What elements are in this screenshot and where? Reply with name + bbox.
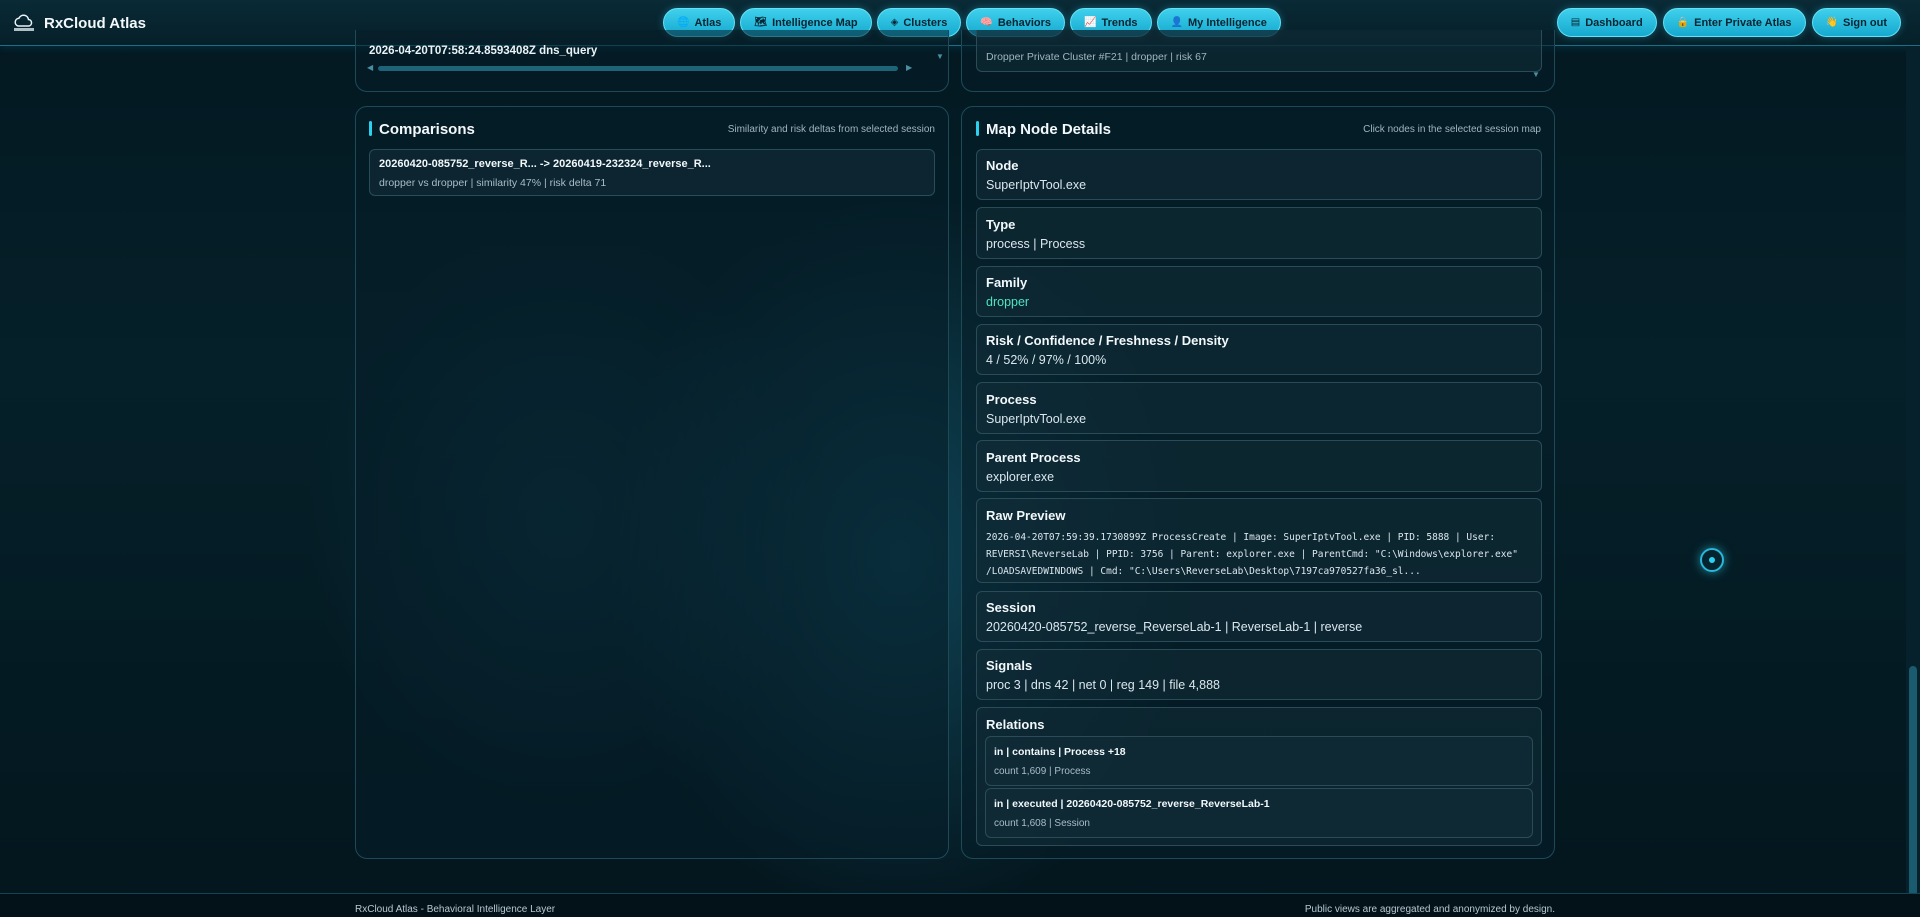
comparison-item-title: 20260420-085752_reverse_R... -> 20260419… xyxy=(379,158,711,170)
node-label: Node xyxy=(986,158,1019,173)
sign-out-button[interactable]: 👋 Sign out xyxy=(1811,8,1901,37)
user-icon: 👤 xyxy=(1170,17,1184,28)
scroll-down-icon[interactable]: ▼ xyxy=(936,52,944,61)
raw-preview-line: 2026-04-20T07:59:39.1730899Z ProcessCrea… xyxy=(986,532,1496,543)
dashboard-button[interactable]: ▤ Dashboard xyxy=(1556,8,1657,37)
comparison-item[interactable]: 20260420-085752_reverse_R... -> 20260419… xyxy=(369,149,935,196)
target-dot-icon xyxy=(1709,557,1715,563)
dashboard-icon: ▤ xyxy=(1570,17,1581,28)
raw-preview-line: /LOADSAVEDWINDOWS | Cmd: "C:\Users\Rever… xyxy=(986,566,1421,577)
relation-item[interactable]: in | contains | Process +18 count 1,609 … xyxy=(985,736,1533,786)
page-scrollbar[interactable] xyxy=(1906,46,1920,896)
event-row[interactable]: 2026-04-20T07:58:24.8593408Z dns_query ▶… xyxy=(366,42,944,78)
type-value: process | Process xyxy=(986,237,1086,251)
risk-label: Risk / Confidence / Freshness / Density xyxy=(986,333,1229,348)
nav-behaviors-label: Behaviors xyxy=(997,16,1052,29)
relations-label: Relations xyxy=(986,717,1045,732)
family-card: Family dropper xyxy=(976,266,1542,317)
relation-item-detail: count 1,609 | Process xyxy=(994,766,1091,777)
comparison-item-detail: dropper vs dropper | similarity 47% | ri… xyxy=(379,177,607,189)
footer-left-text: RxCloud Atlas - Behavioral Intelligence … xyxy=(355,904,556,915)
session-label: Session xyxy=(986,600,1036,615)
relation-item-title: in | contains | Process +18 xyxy=(994,746,1126,758)
scroll-down-icon[interactable]: ▼ xyxy=(1532,70,1540,79)
lock-icon: 🔒 xyxy=(1676,17,1690,28)
raw-preview-card: Raw Preview 2026-04-20T07:59:39.1730899Z… xyxy=(976,498,1542,583)
details-title: Map Node Details xyxy=(976,121,1111,138)
event-log-panel: 2026-04-20T07:58:24.8593408Z dns_query ▶… xyxy=(355,30,949,92)
relation-item-detail: count 1,608 | Session xyxy=(994,818,1090,829)
wave-icon: 👋 xyxy=(1825,17,1838,28)
nav-atlas-label: Atlas xyxy=(694,16,722,29)
type-label: Type xyxy=(986,217,1016,232)
scroll-right-icon[interactable]: ▶ xyxy=(906,63,912,72)
cloud-logo-icon xyxy=(12,11,36,35)
signals-card: Signals proc 3 | dns 42 | net 0 | reg 14… xyxy=(976,649,1542,700)
raw-preview-label: Raw Preview xyxy=(986,508,1066,523)
page-scrollbar-thumb[interactable] xyxy=(1909,666,1917,896)
type-card: Type process | Process xyxy=(976,207,1542,259)
enter-private-atlas-button[interactable]: 🔒 Enter Private Atlas xyxy=(1662,8,1806,37)
map-node-details-panel: Map Node Details Click nodes in the sele… xyxy=(961,106,1555,859)
session-card: Session 20260420-085752_reverse_ReverseL… xyxy=(976,591,1542,642)
parent-process-label: Parent Process xyxy=(986,450,1081,465)
risk-card: Risk / Confidence / Freshness / Density … xyxy=(976,324,1542,375)
signals-value: proc 3 | dns 42 | net 0 | reg 149 | file… xyxy=(986,678,1220,692)
footer: RxCloud Atlas - Behavioral Intelligence … xyxy=(0,893,1920,917)
clusters-icon: ◈ xyxy=(890,17,899,28)
relations-card: Relations in | contains | Process +18 co… xyxy=(976,707,1542,846)
sign-out-label: Sign out xyxy=(1843,16,1887,29)
brand[interactable]: RxCloud Atlas xyxy=(12,11,146,35)
account-nav: ▤ Dashboard 🔒 Enter Private Atlas 👋 Sign… xyxy=(1556,8,1901,37)
cluster-list-panel: Dropper Private Cluster #F21 | dropper |… xyxy=(961,30,1555,92)
globe-icon: 🌐 xyxy=(677,17,690,28)
brain-icon: 🧠 xyxy=(980,17,993,28)
nav-my-intelligence-label: My Intelligence xyxy=(1188,16,1267,29)
node-value: SuperIptvTool.exe xyxy=(986,178,1087,192)
details-hint: Click nodes in the selected session map xyxy=(1363,124,1541,135)
enter-private-atlas-label: Enter Private Atlas xyxy=(1694,16,1792,29)
relation-item[interactable]: in | executed | 20260420-085752_reverse_… xyxy=(985,788,1533,838)
comparisons-panel: Comparisons Similarity and risk deltas f… xyxy=(355,106,949,859)
process-value: SuperIptvTool.exe xyxy=(986,412,1087,426)
cluster-row-text: Dropper Private Cluster #F21 | dropper |… xyxy=(986,51,1207,63)
node-card: Node SuperIptvTool.exe xyxy=(976,149,1542,200)
horizontal-scrollbar[interactable] xyxy=(378,66,898,71)
nav-clusters-label: Clusters xyxy=(903,16,948,29)
comparisons-title: Comparisons xyxy=(369,121,475,138)
relation-item-title: in | executed | 20260420-085752_reverse_… xyxy=(994,798,1270,810)
family-value: dropper xyxy=(986,295,1030,309)
app-title: RxCloud Atlas xyxy=(44,14,146,32)
family-label: Family xyxy=(986,275,1028,290)
dashboard-label: Dashboard xyxy=(1585,16,1643,29)
process-label: Process xyxy=(986,392,1037,407)
locate-node-button[interactable] xyxy=(1700,548,1724,572)
comparisons-hint: Similarity and risk deltas from selected… xyxy=(727,124,935,135)
parent-process-card: Parent Process explorer.exe xyxy=(976,440,1542,492)
nav-intelligence-map-label: Intelligence Map xyxy=(772,16,858,29)
cluster-row[interactable]: Dropper Private Cluster #F21 | dropper |… xyxy=(976,30,1542,72)
risk-value: 4 / 52% / 97% / 100% xyxy=(986,353,1107,367)
map-icon: 🗺 xyxy=(754,17,768,28)
event-row-text: 2026-04-20T07:58:24.8593408Z dns_query xyxy=(369,45,598,57)
scroll-left-icon[interactable]: ◀ xyxy=(367,63,373,72)
raw-preview-line: REVERSI\ReverseLab | PPID: 3756 | Parent… xyxy=(986,549,1518,560)
trend-icon: 📈 xyxy=(1084,17,1097,28)
nav-trends-label: Trends xyxy=(1101,16,1138,29)
signals-label: Signals xyxy=(986,658,1033,673)
session-value: 20260420-085752_reverse_ReverseLab-1 | R… xyxy=(986,620,1363,634)
top-bar: RxCloud Atlas 🌐 Atlas 🗺 Intelligence Map… xyxy=(0,0,1920,46)
footer-right-text: Public views are aggregated and anonymiz… xyxy=(1304,904,1555,915)
process-card: Process SuperIptvTool.exe xyxy=(976,382,1542,434)
parent-process-value: explorer.exe xyxy=(986,470,1055,484)
